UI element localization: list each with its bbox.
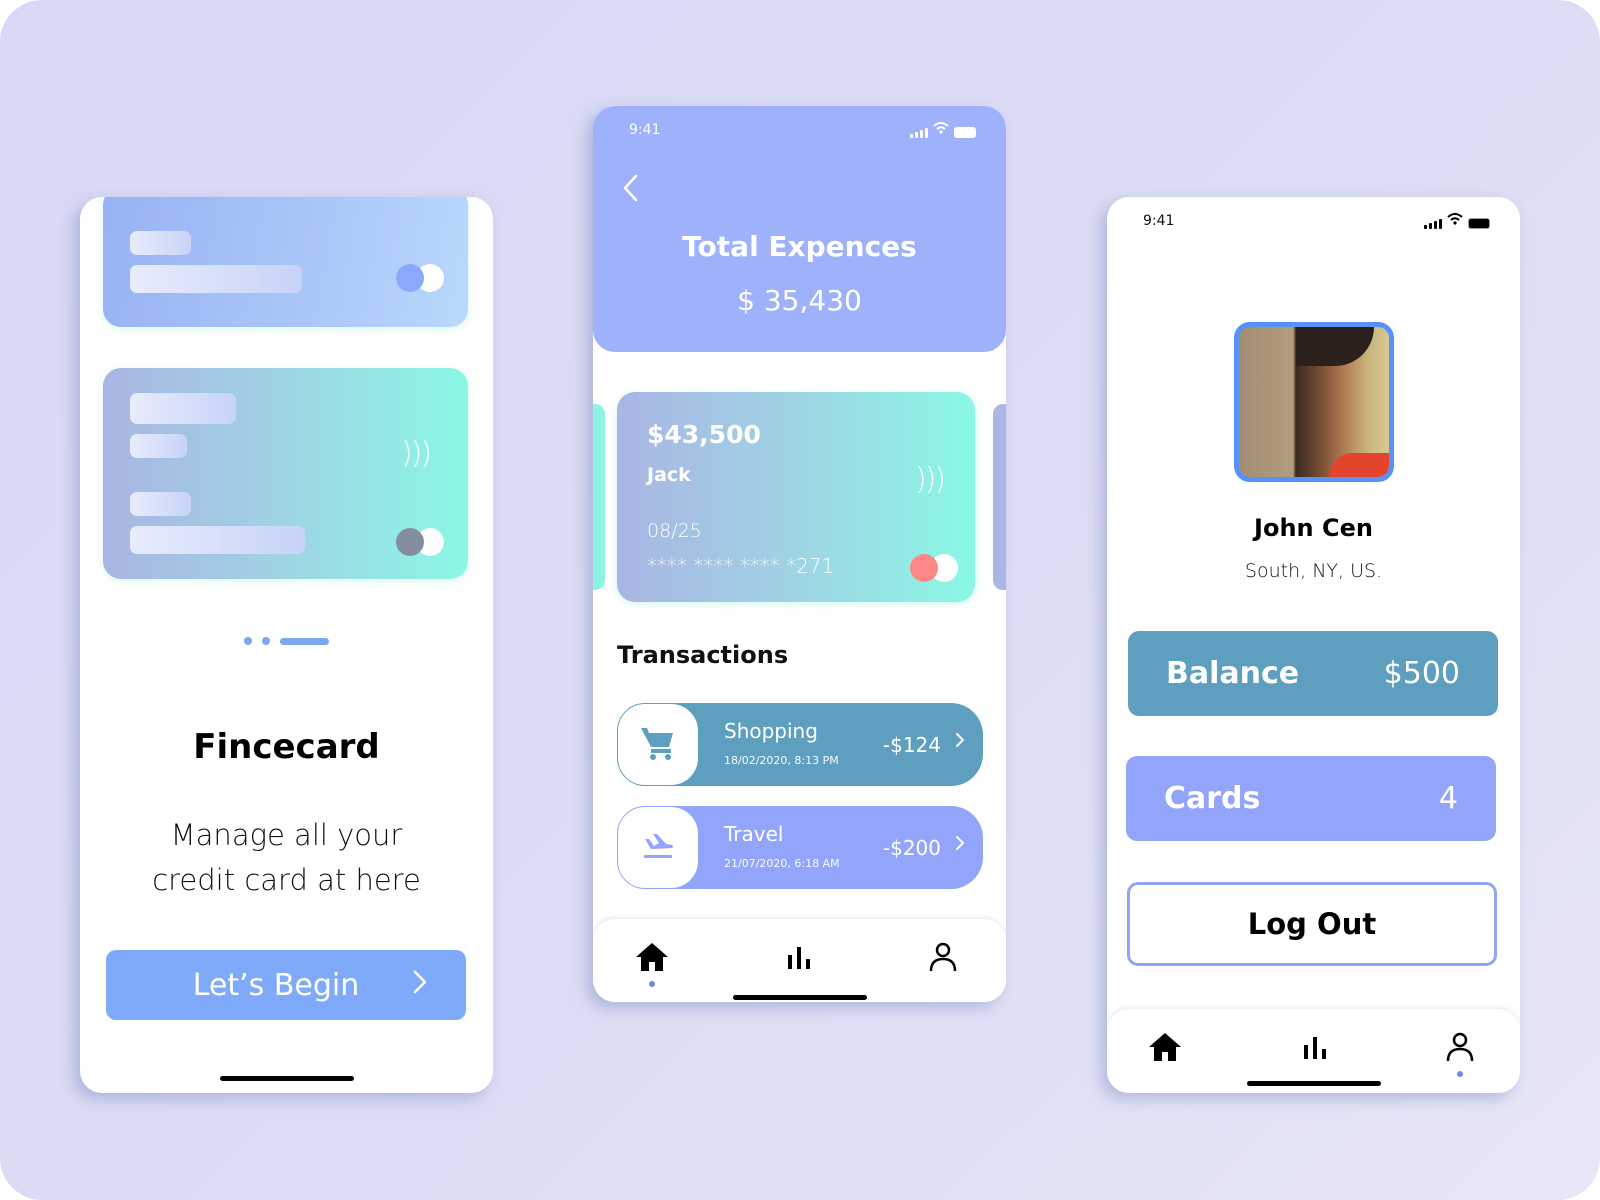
card-placeholder-line bbox=[130, 526, 305, 554]
transaction-item-shopping[interactable]: Shopping 18/02/2020, 8:13 PM -$124 bbox=[617, 703, 983, 786]
balance-row[interactable]: Balance $500 bbox=[1128, 631, 1498, 716]
nav-home[interactable] bbox=[1145, 1029, 1185, 1069]
balance-value: $500 bbox=[1383, 656, 1460, 691]
back-button[interactable] bbox=[621, 168, 639, 212]
tagline-line: credit card at here bbox=[152, 863, 421, 897]
credit-card-preview-blue[interactable] bbox=[103, 197, 468, 327]
signal-icon bbox=[1424, 219, 1442, 229]
card-placeholder-line bbox=[130, 393, 236, 424]
log-out-button[interactable]: Log Out bbox=[1127, 882, 1497, 966]
app-brand-title: Fincecard bbox=[193, 727, 380, 767]
status-time: 9:41 bbox=[1143, 213, 1175, 229]
credit-card-preview-teal[interactable]: ))) bbox=[103, 368, 468, 579]
cards-label: Cards bbox=[1164, 781, 1261, 816]
transaction-date: 21/07/2020, 6:18 AM bbox=[724, 857, 840, 870]
total-expenses-value: $ 35,430 bbox=[737, 284, 862, 317]
chevron-right-icon bbox=[955, 729, 965, 754]
credit-card[interactable]: $43,500 Jack ))) 08/25 **** **** **** *2… bbox=[617, 392, 975, 602]
onboarding-screen: ))) Fincecard Manage all your credit car… bbox=[80, 197, 493, 1093]
wifi-icon bbox=[1447, 213, 1463, 229]
profile-location: South, NY, US. bbox=[1244, 560, 1383, 582]
transactions-heading: Transactions bbox=[617, 641, 789, 669]
lets-begin-label: Let’s Begin bbox=[192, 967, 360, 1003]
card-expiry: 08/25 bbox=[647, 520, 702, 542]
card-brand-toggle bbox=[396, 528, 444, 556]
contactless-icon: ))) bbox=[401, 436, 432, 471]
battery-icon bbox=[1468, 218, 1490, 229]
card-brand-toggle bbox=[396, 264, 444, 292]
transaction-date: 18/02/2020, 8:13 PM bbox=[724, 754, 839, 767]
shopping-cart-icon bbox=[639, 725, 677, 765]
chevron-right-icon bbox=[955, 832, 965, 857]
cards-row[interactable]: Cards 4 bbox=[1126, 756, 1496, 841]
next-card-peek[interactable] bbox=[993, 404, 1006, 590]
card-number: **** **** **** *271 bbox=[647, 554, 835, 578]
bar-chart-icon bbox=[786, 945, 812, 973]
nav-active-dot bbox=[1457, 1071, 1463, 1077]
lets-begin-button[interactable]: Let’s Begin bbox=[106, 950, 466, 1020]
page-dot-active[interactable] bbox=[280, 637, 329, 645]
card-balance: $43,500 bbox=[647, 420, 761, 449]
home-indicator bbox=[219, 1076, 354, 1081]
cards-count: 4 bbox=[1438, 781, 1458, 816]
total-expenses-title: Total Expences bbox=[682, 230, 917, 263]
balance-label: Balance bbox=[1166, 656, 1300, 691]
home-icon bbox=[635, 942, 669, 976]
page-dot[interactable] bbox=[262, 637, 270, 645]
transaction-amount: -$124 bbox=[882, 733, 941, 757]
nav-active-dot bbox=[649, 981, 655, 987]
tagline-line: Manage all your bbox=[170, 818, 403, 852]
user-icon bbox=[1446, 1032, 1474, 1066]
page-dot[interactable] bbox=[244, 637, 252, 645]
nav-profile[interactable] bbox=[1440, 1029, 1480, 1069]
status-bar: 9:41 bbox=[1143, 213, 1490, 229]
contactless-icon: ))) bbox=[915, 462, 946, 497]
home-icon bbox=[1148, 1032, 1182, 1066]
signal-icon bbox=[910, 128, 928, 138]
transaction-icon-box bbox=[617, 806, 699, 889]
transaction-item-travel[interactable]: Travel 21/07/2020, 6:18 AM -$200 bbox=[617, 806, 983, 889]
home-indicator bbox=[732, 995, 867, 1000]
expenses-header: 9:41 Total Expences $ 35,430 bbox=[593, 106, 1006, 352]
page-indicator bbox=[244, 637, 329, 645]
avatar[interactable] bbox=[1234, 322, 1394, 482]
card-holder: Jack bbox=[647, 464, 691, 486]
expenses-screen: 9:41 Total Expences $ 35,430 $43,500 Jac… bbox=[593, 106, 1006, 1002]
transaction-title: Shopping bbox=[724, 719, 818, 743]
bottom-nav bbox=[593, 919, 1006, 1002]
transaction-icon-box bbox=[617, 703, 699, 786]
flight-landing-icon bbox=[641, 831, 675, 865]
transaction-amount: -$200 bbox=[882, 836, 941, 860]
nav-stats[interactable] bbox=[779, 939, 819, 979]
card-placeholder-line bbox=[130, 231, 191, 255]
bottom-nav bbox=[1107, 1009, 1520, 1093]
nav-stats[interactable] bbox=[1295, 1029, 1335, 1069]
user-icon bbox=[929, 942, 957, 976]
bar-chart-icon bbox=[1302, 1035, 1328, 1063]
nav-home[interactable] bbox=[632, 939, 672, 979]
chevron-right-icon bbox=[412, 968, 428, 1003]
transaction-title: Travel bbox=[724, 822, 784, 846]
profile-screen: 9:41 John Cen South, NY, US. Balance $50… bbox=[1107, 197, 1520, 1093]
home-indicator bbox=[1246, 1081, 1381, 1086]
nav-profile[interactable] bbox=[923, 939, 963, 979]
card-brand-toggle bbox=[910, 554, 958, 582]
profile-name: John Cen bbox=[1254, 514, 1373, 542]
card-placeholder-line bbox=[130, 265, 302, 293]
previous-card-peek[interactable] bbox=[593, 404, 605, 590]
card-placeholder-line bbox=[130, 492, 191, 516]
battery-icon bbox=[954, 127, 976, 138]
tagline: Manage all your credit card at here bbox=[80, 813, 493, 903]
wifi-icon bbox=[933, 122, 949, 138]
status-time: 9:41 bbox=[629, 122, 661, 138]
card-placeholder-line bbox=[130, 434, 187, 458]
status-bar: 9:41 bbox=[629, 122, 976, 138]
